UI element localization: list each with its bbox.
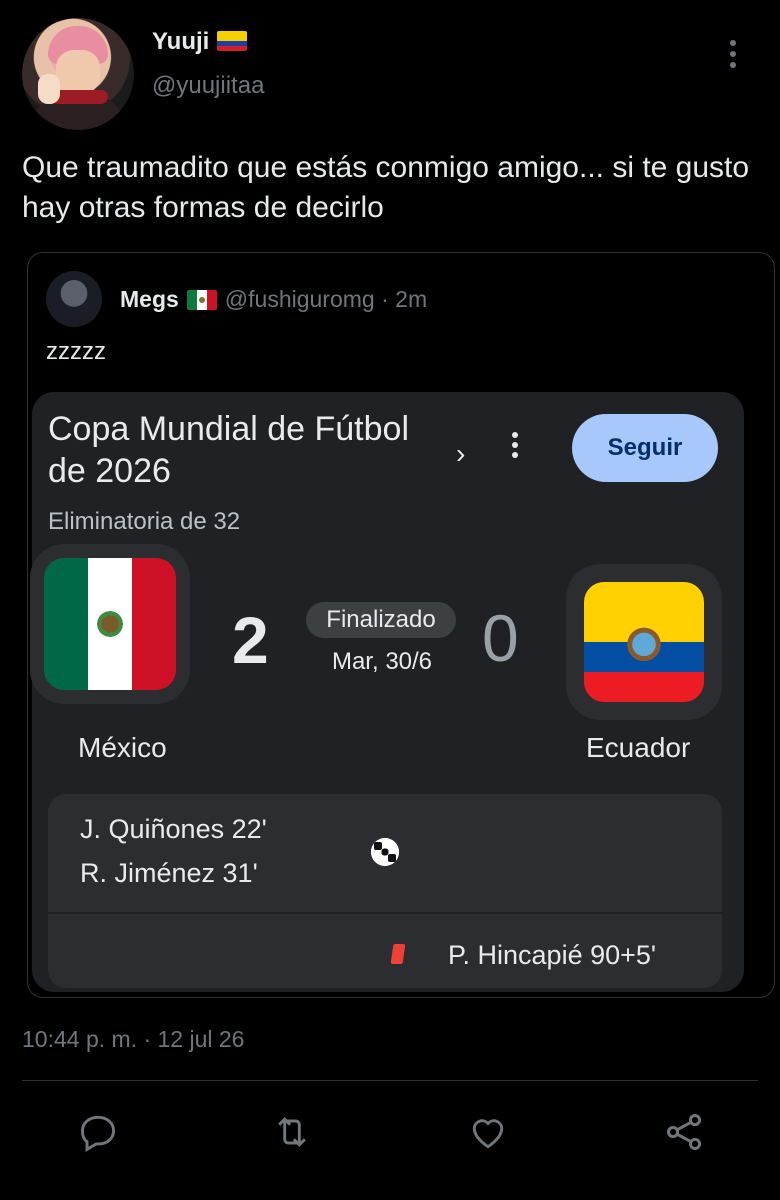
- follow-button: Seguir: [572, 414, 718, 482]
- away-team-name: Ecuador: [586, 732, 691, 763]
- quoted-author-handle: @fushiguromg · 2m: [224, 286, 428, 312]
- goal-event: J. Quiñones 22': [80, 814, 267, 844]
- quoted-tweet-text: zzzzz: [46, 338, 106, 365]
- retweet-icon[interactable]: [270, 1110, 314, 1154]
- divider: [22, 1080, 758, 1081]
- tweet-text: Que traumadito que estás conmigo amigo..…: [22, 151, 750, 224]
- goal-event: R. Jiménez 31': [80, 858, 258, 888]
- match-date: Mar, 30/6: [331, 648, 433, 675]
- red-card-icon: [390, 944, 406, 964]
- heart-icon[interactable]: [466, 1110, 510, 1154]
- mexico-flag-emoji-icon: [186, 290, 217, 310]
- quoted-tweet[interactable]: Megs @fushiguromg · 2m zzzzz Copa Mundial…: [27, 252, 775, 998]
- home-team-name: México: [78, 732, 167, 763]
- tweet-timestamp[interactable]: 10:44 p. m. · 12 jul 26: [22, 1026, 244, 1053]
- home-team-logo: [30, 544, 190, 704]
- match-card-image: Copa Mundial de Fútbol de 2026 › Seguir …: [30, 392, 744, 992]
- match-events: J. Quiñones 22' R. Jiménez 31' P. Hincap…: [48, 794, 722, 988]
- events-divider: [48, 912, 722, 914]
- author-name-row[interactable]: Yuuji: [152, 28, 248, 56]
- away-score: 0: [482, 601, 519, 675]
- mexico-flag-icon: [44, 558, 176, 690]
- match-round: Eliminatoria de 32: [48, 508, 241, 535]
- more-options-icon[interactable]: [726, 40, 740, 70]
- card-event: P. Hincapié 90+5': [448, 940, 657, 970]
- quoted-author-name: Megs: [120, 286, 179, 312]
- quoted-author-avatar: [46, 271, 102, 327]
- ecuador-flag-icon: [584, 582, 704, 702]
- author-handle[interactable]: @yuujiitaa: [152, 72, 264, 100]
- reply-icon[interactable]: [76, 1110, 120, 1154]
- chevron-right-icon: ›: [456, 438, 466, 469]
- author-name[interactable]: Yuuji: [152, 28, 209, 55]
- soccer-ball-icon: [371, 838, 399, 866]
- card-more-icon: [512, 432, 522, 462]
- competition-title: Copa Mundial de Fútbol de 2026: [48, 410, 410, 490]
- match-status-badge: Finalizado: [306, 602, 456, 638]
- ecuador-flag-emoji-icon: [217, 31, 248, 51]
- author-avatar[interactable]: [22, 18, 134, 130]
- away-team-logo: [566, 564, 722, 720]
- share-icon[interactable]: [662, 1110, 706, 1154]
- quoted-author-row: Megs @fushiguromg · 2m: [120, 286, 427, 313]
- home-score: 2: [232, 603, 269, 677]
